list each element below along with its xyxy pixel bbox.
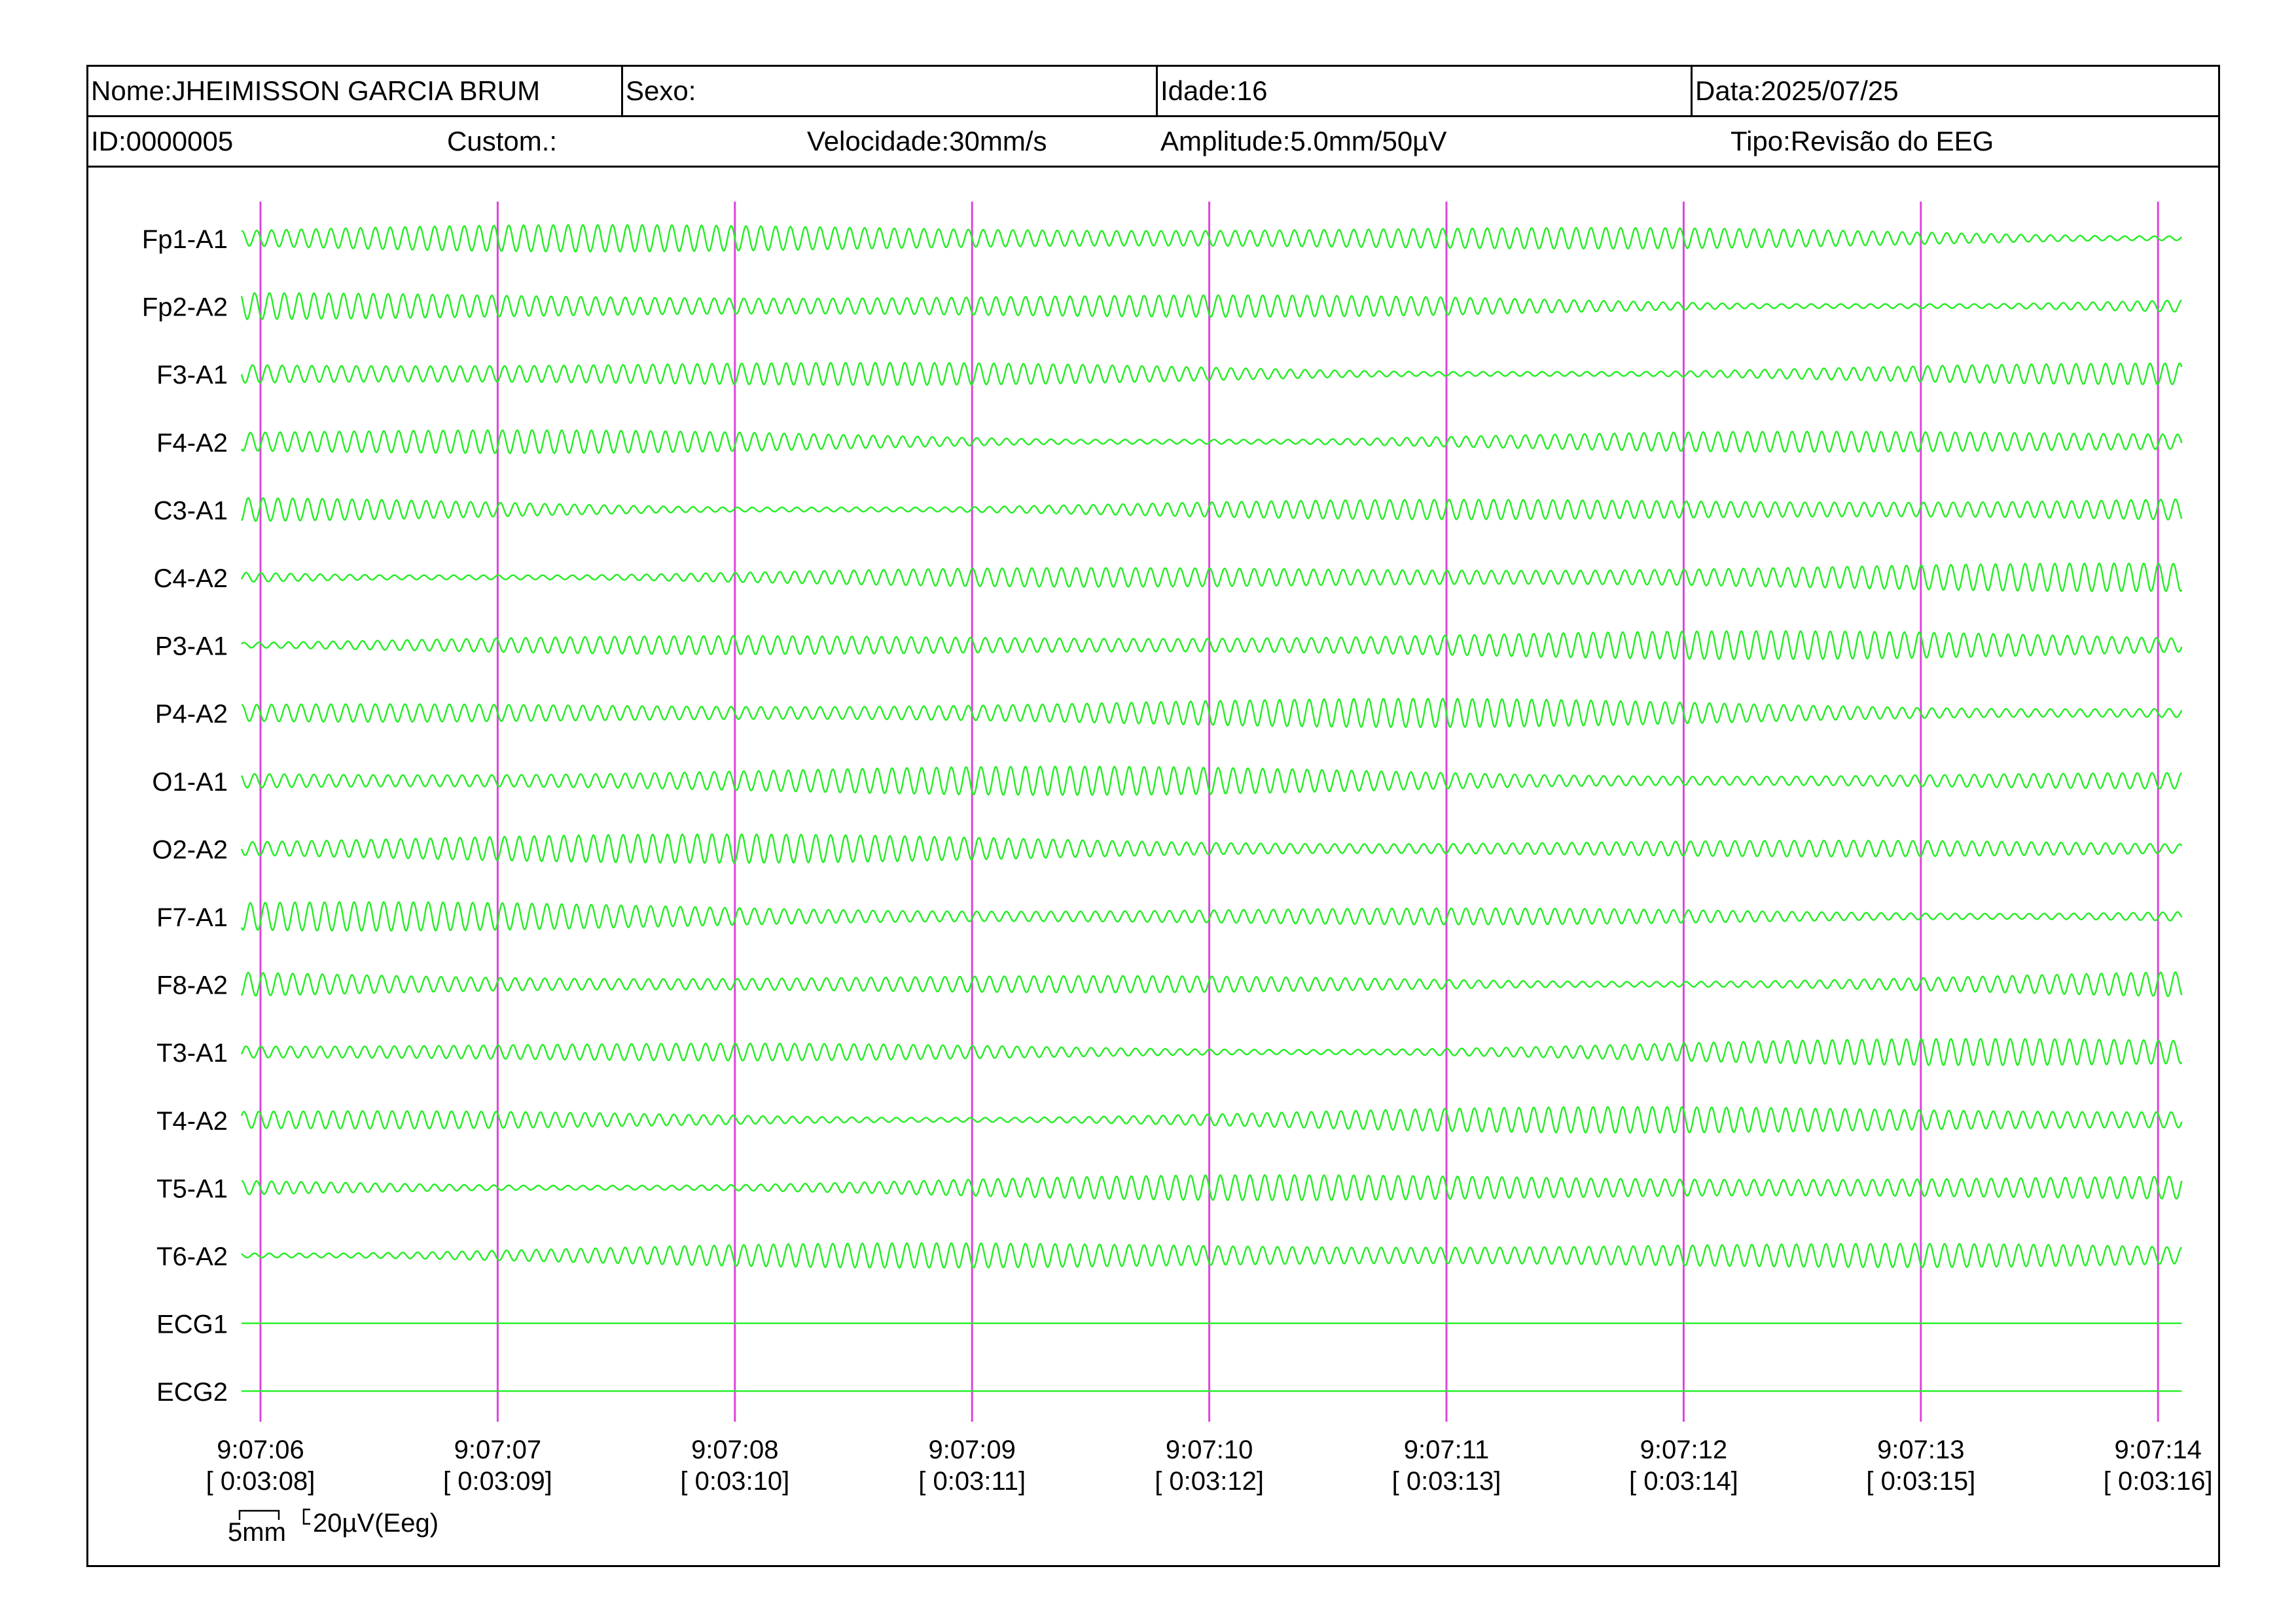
channel-trace (240, 562, 2183, 592)
channel-label: O2-A2 (152, 835, 228, 864)
channel-trace (241, 1174, 2183, 1202)
scale-bar: 5mm 20µV(Eeg) (228, 1508, 439, 1547)
time-tick-clock: 9:07:11 (1404, 1435, 1490, 1464)
channel-trace (241, 630, 2183, 660)
channel-label: C3-A1 (154, 496, 228, 525)
channel-label: O1-A1 (152, 768, 228, 797)
channel-label: T6-A2 (156, 1242, 228, 1271)
time-tick-elapsed: [ 0:03:08] (206, 1467, 315, 1496)
channel-label: F7-A1 (156, 903, 228, 932)
channel-label: Fp2-A2 (142, 293, 228, 322)
time-tick-elapsed: [ 0:03:11] (918, 1467, 1026, 1496)
scale-bar-time-label: 5mm (228, 1518, 286, 1547)
time-tick-clock: 9:07:10 (1166, 1435, 1253, 1464)
time-tick-elapsed: [ 0:03:15] (1866, 1467, 1975, 1496)
time-tick-clock: 9:07:07 (454, 1435, 541, 1464)
channel-trace (240, 361, 2183, 386)
time-tick-clock: 9:07:13 (1877, 1435, 1964, 1464)
channel-trace (240, 833, 2183, 865)
time-marker-lines (259, 202, 2159, 1422)
time-tick-labels: 9:07:06 [ 0:03:08] 9:07:07 [ 0:03:09] 9:07:0… (206, 1435, 2213, 1496)
time-tick-clock: 9:07:12 (1640, 1435, 1727, 1464)
scale-bar-amplitude-bracket (302, 1508, 310, 1525)
channel-traces (240, 223, 2183, 1392)
time-tick-elapsed: [ 0:03:09] (443, 1467, 552, 1496)
channel-label: Fp1-A1 (142, 225, 228, 254)
channel-label: F4-A2 (156, 429, 228, 458)
channel-trace (240, 429, 2183, 454)
channel-trace (241, 223, 2183, 253)
channel-label: P4-A2 (155, 700, 228, 729)
channel-trace (240, 497, 2183, 522)
scale-bar-amplitude-label: 20µV(Eeg) (313, 1509, 439, 1538)
time-tick-elapsed: [ 0:03:12] (1155, 1467, 1264, 1496)
channel-label: T3-A1 (156, 1039, 228, 1068)
time-tick-elapsed: [ 0:03:14] (1629, 1467, 1738, 1496)
channel-labels: Fp1-A1 Fp2-A2 F3-A1 F4-A2 C3-A1 C4-A2 P3-A1 P4-… (142, 225, 228, 1407)
time-tick-clock: 9:07:09 (928, 1435, 1015, 1464)
channel-label: T4-A2 (156, 1107, 228, 1136)
channel-trace (241, 1242, 2183, 1269)
channel-trace (240, 292, 2183, 321)
channel-label: P3-A1 (155, 632, 228, 661)
time-tick-clock: 9:07:06 (217, 1435, 304, 1464)
eeg-plot: Fp1-A1 Fp2-A2 F3-A1 F4-A2 C3-A1 C4-A2 P3-A1 P4-… (142, 202, 2213, 1547)
channel-trace (240, 1038, 2183, 1067)
time-tick-clock: 9:07:08 (691, 1435, 778, 1464)
channel-trace (240, 901, 2183, 932)
channel-trace (242, 697, 2183, 729)
channel-label: T5-A1 (156, 1174, 228, 1203)
time-tick-elapsed: [ 0:03:10] (680, 1467, 789, 1496)
channel-trace (240, 765, 2183, 797)
time-tick-clock: 9:07:14 (2114, 1435, 2201, 1464)
channel-trace (240, 1106, 2183, 1134)
channel-label: F3-A1 (156, 361, 228, 389)
channel-label: C4-A2 (154, 564, 228, 593)
time-tick-elapsed: [ 0:03:13] (1392, 1467, 1501, 1496)
channel-label: F8-A2 (156, 971, 228, 1000)
time-tick-elapsed: [ 0:03:16] (2104, 1467, 2213, 1496)
channel-label: ECG2 (156, 1378, 228, 1407)
channel-trace (240, 971, 2183, 998)
channel-label: ECG1 (156, 1310, 228, 1339)
